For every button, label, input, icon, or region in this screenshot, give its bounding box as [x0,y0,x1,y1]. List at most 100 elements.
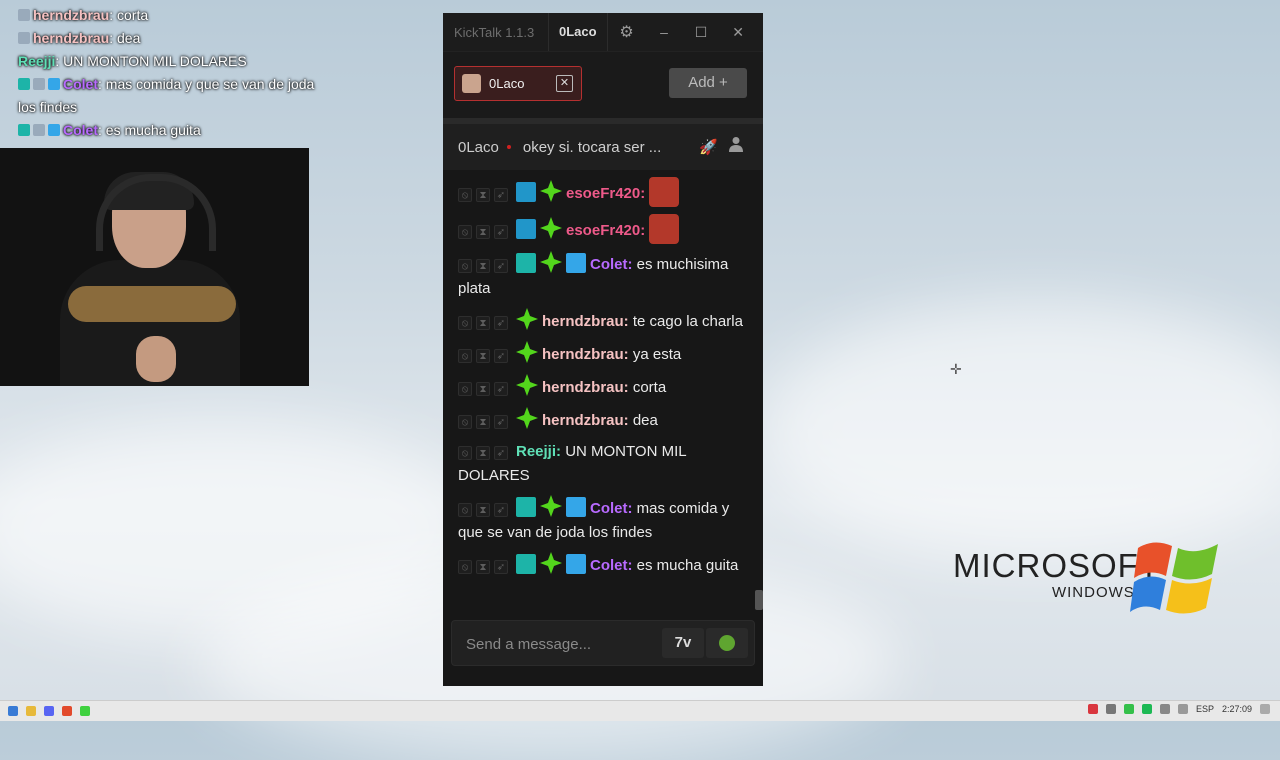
notification-icon[interactable] [1260,704,1270,714]
maximize-button[interactable]: ☐ [683,24,720,41]
pin-icon[interactable]: ➶ [494,560,508,575]
stream-info-bar: 0Laco okey si. tocara ser ... 🚀 [443,124,763,170]
timeout-icon[interactable]: ⧗ [476,503,490,518]
pin-icon[interactable]: ➶ [494,259,508,274]
user-icon[interactable] [729,136,743,152]
message-actions: ⦸ ⧗ ➶ [458,219,516,243]
chat-message[interactable]: ⦸ ⧗ ➶ esoeFr420: [458,214,748,244]
pin-icon[interactable]: ➶ [494,349,508,364]
account-name[interactable]: 0Laco [548,13,608,51]
username[interactable]: Colet: [590,256,633,273]
subscriber-badge-icon [516,374,538,397]
tab-0laco[interactable]: 0Laco ✕ [454,66,582,101]
close-button[interactable]: ✕ [720,24,757,41]
message-input[interactable] [452,621,666,667]
tab-close-button[interactable]: ✕ [556,75,573,92]
username[interactable]: herndzbrau: [542,412,629,429]
ban-icon[interactable]: ⦸ [458,560,472,575]
username[interactable]: herndzbrau: [542,313,629,330]
ban-icon[interactable]: ⦸ [458,503,472,518]
chat-message[interactable]: ⦸ ⧗ ➶ Colet: mas comida y que se van de jod… [458,495,748,545]
emote-picker-button[interactable] [706,628,748,658]
gear-icon[interactable]: ⚙ [608,22,646,42]
ban-icon[interactable]: ⦸ [458,349,472,364]
timeout-icon[interactable]: ⧗ [476,259,490,274]
chat-message[interactable]: ⦸ ⧗ ➶ esoeFr420: [458,177,748,207]
clock[interactable]: 2:27:09 [1222,704,1252,714]
chat-message[interactable]: ⦸ ⧗ ➶ Colet: es mucha guita [458,552,748,578]
chat-message[interactable]: ⦸ ⧗ ➶ herndzbrau: ya esta [458,341,748,367]
system-tray: ESP 2:27:09 [1087,704,1270,714]
volume-icon[interactable] [1177,704,1188,714]
chat-message[interactable]: ⦸ ⧗ ➶ Reejji: UN MONTON MIL DOLARES [458,440,748,488]
chat-message[interactable]: ⦸ ⧗ ➶ herndzbrau: corta [458,374,748,400]
message-text: te cago la charla [632,313,743,331]
username[interactable]: esoeFr420: [566,222,645,239]
webcam-scarf [68,286,236,322]
timeout-icon[interactable]: ⧗ [476,316,490,331]
pin-icon[interactable]: ➶ [494,225,508,240]
title-bar[interactable]: KickTalk 1.1.3 0Laco ⚙ – ☐ ✕ [443,13,763,52]
taskbar: ESP 2:27:09 [0,700,1280,721]
add-channel-button[interactable]: Add + [669,68,747,98]
timeout-icon[interactable]: ⧗ [476,560,490,575]
app-icon[interactable] [80,706,90,716]
username[interactable]: Reejji: [516,443,561,460]
streamer-name[interactable]: 0Laco [443,139,499,156]
overlay-username: Colet [63,76,98,92]
username[interactable]: herndzbrau: [542,379,629,396]
username[interactable]: esoeFr420: [566,185,645,202]
minimize-button[interactable]: – [646,24,683,40]
ban-icon[interactable]: ⦸ [458,259,472,274]
tray-icon[interactable] [1141,704,1152,714]
message-actions: ⦸ ⧗ ➶ [458,343,516,367]
chat-message[interactable]: ⦸ ⧗ ➶ herndzbrau: te cago la charla [458,308,748,334]
stream-title: okey si. tocara ser ... [522,138,662,156]
folder-icon[interactable] [26,706,36,716]
avatar [462,74,481,93]
pin-icon[interactable]: ➶ [494,446,508,461]
pin-icon[interactable]: ➶ [494,415,508,430]
ban-icon[interactable]: ⦸ [458,316,472,331]
pin-icon[interactable]: ➶ [494,382,508,397]
chat-messages[interactable]: ⦸ ⧗ ➶ esoeFr420: ⦸ ⧗ ➶ esoeFr420: ⦸ ⧗ ➶ Colet: es… [443,172,763,618]
tray-icon[interactable] [1123,704,1134,714]
windows-start-icon[interactable] [8,706,18,716]
username[interactable]: herndzbrau: [542,346,629,363]
chat-message[interactable]: ⦸ ⧗ ➶ Colet: es muchisima plata [458,251,748,301]
ban-icon[interactable]: ⦸ [458,446,472,461]
chat-message[interactable]: ⦸ ⧗ ➶ herndzbrau: dea [458,407,748,433]
seventv-emote-button[interactable]: 7v [662,628,704,658]
rocket-icon[interactable]: 🚀 [699,138,718,156]
ban-icon[interactable]: ⦸ [458,188,472,203]
pin-icon[interactable]: ➶ [494,316,508,331]
timeout-icon[interactable]: ⧗ [476,188,490,203]
username[interactable]: Colet: [590,500,633,517]
browser-icon[interactable] [62,706,72,716]
timeout-icon[interactable]: ⧗ [476,415,490,430]
pin-icon[interactable]: ➶ [494,503,508,518]
ban-icon[interactable]: ⦸ [458,415,472,430]
cube-badge-icon [566,497,586,518]
overlay-username: Colet [63,122,98,138]
timeout-icon[interactable]: ⧗ [476,446,490,461]
timeout-icon[interactable]: ⧗ [476,349,490,364]
og-badge-icon [18,78,30,90]
tray-icon[interactable] [1087,704,1098,714]
language-indicator[interactable]: ESP [1196,704,1214,714]
tray-icon[interactable] [1159,704,1170,714]
scrollbar[interactable] [755,590,763,610]
overlay-chat-line: Reejji: UN MONTON MIL DOLARES [18,53,247,69]
ban-icon[interactable]: ⦸ [458,382,472,397]
username[interactable]: Colet: [590,557,633,574]
subscriber-badge-icon [516,341,538,364]
cube-badge-icon [566,253,586,273]
discord-icon[interactable] [44,706,54,716]
ban-icon[interactable]: ⦸ [458,225,472,240]
timeout-icon[interactable]: ⧗ [476,225,490,240]
tray-icon[interactable] [1105,704,1116,714]
timeout-icon[interactable]: ⧗ [476,382,490,397]
subscriber-badge-icon [516,407,538,430]
pin-icon[interactable]: ➶ [494,188,508,203]
webcam-hands [136,336,176,382]
